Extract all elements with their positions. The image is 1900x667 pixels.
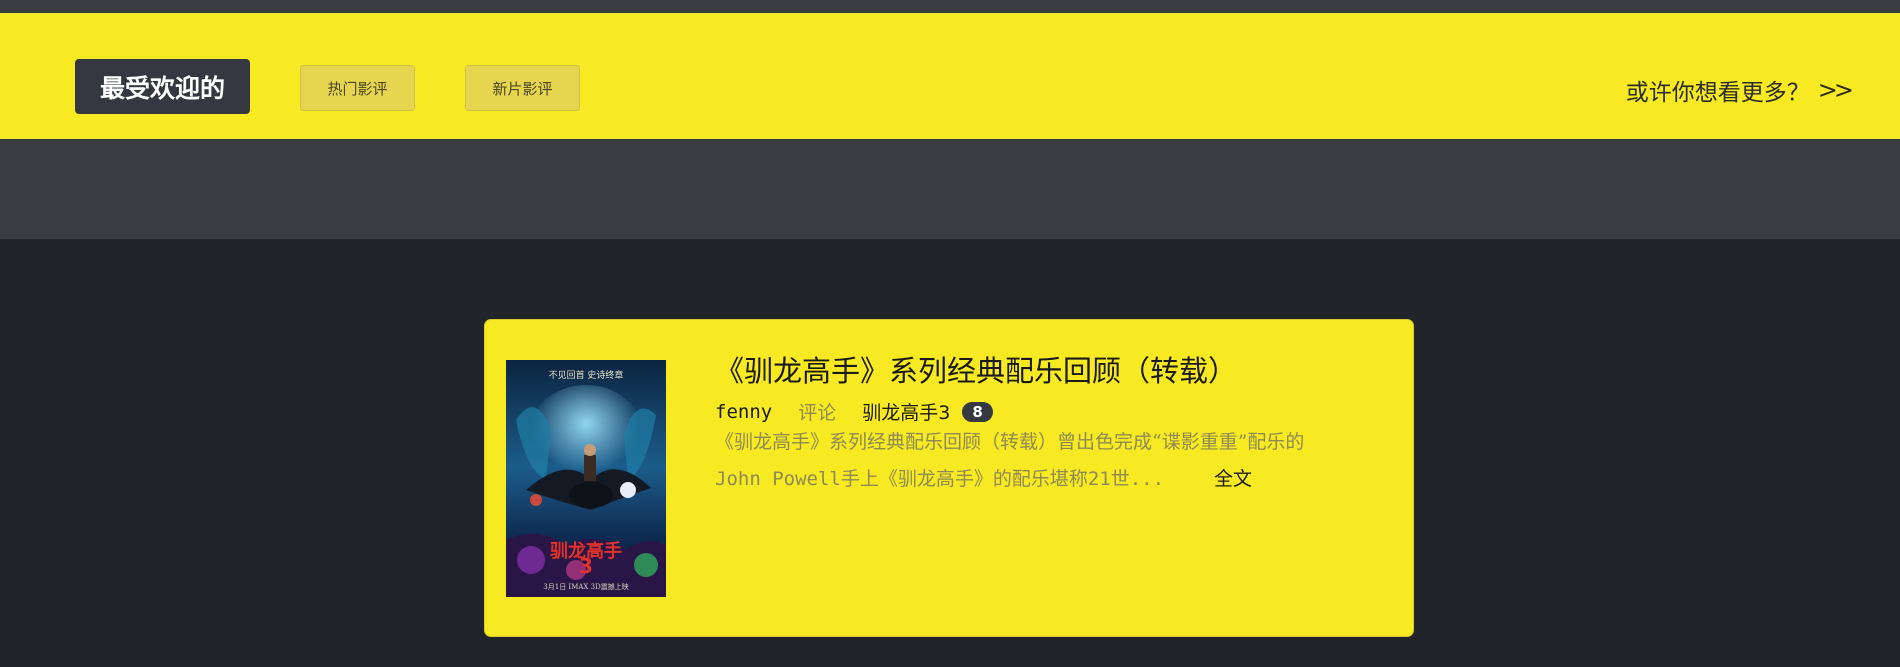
review-type-label: 评论: [798, 402, 837, 424]
poster-date: 3月1日 IMAX 3D震撼上映: [543, 583, 629, 591]
see-more-label: 或许你想看更多？: [1625, 80, 1810, 106]
see-more-link[interactable]: 或许你想看更多？ >>: [1625, 73, 1854, 107]
review-card[interactable]: 不见回首 史诗终章 驯龙高手 3 3月1日 IMAX 3D震撼上映 《驯龙高手》…: [484, 319, 1414, 637]
review-author[interactable]: fenny: [715, 401, 772, 423]
review-excerpt: 《驯龙高手》系列经典配乐回顾（转载）曾出色完成“谍影重重”配乐的 John Po…: [715, 424, 1365, 498]
review-movie-link[interactable]: 驯龙高手3: [862, 398, 950, 425]
read-full-text-link[interactable]: 全文: [1214, 464, 1252, 491]
hero-banner: [0, 139, 1900, 239]
tab-most-popular[interactable]: 最受欢迎的: [75, 59, 250, 114]
tab-hot-reviews[interactable]: 热门影评: [300, 65, 415, 111]
poster-tagline: 不见回首 史诗终章: [548, 371, 624, 381]
tab-new-reviews[interactable]: 新片影评: [465, 65, 580, 111]
poster-number: 3: [579, 554, 593, 578]
category-nav-bar: 最受欢迎的 热门影评 新片影评 或许你想看更多？ >>: [0, 13, 1900, 139]
review-excerpt-line-2: John Powell手上《驯龙高手》的配乐堪称21世...: [715, 468, 1165, 490]
review-excerpt-line-1: 《驯龙高手》系列经典配乐回顾（转载）曾出色完成“谍影重重”配乐的: [715, 431, 1305, 453]
double-chevron-right-icon: >>: [1817, 76, 1854, 104]
top-strip: [0, 0, 1900, 13]
review-meta: fenny 评论 驯龙高手3 8: [715, 398, 993, 425]
review-title[interactable]: 《驯龙高手》系列经典配乐回顾（转载）: [715, 348, 1237, 390]
score-badge: 8: [962, 401, 993, 422]
movie-poster[interactable]: 不见回首 史诗终章 驯龙高手 3 3月1日 IMAX 3D震撼上映: [506, 360, 666, 597]
